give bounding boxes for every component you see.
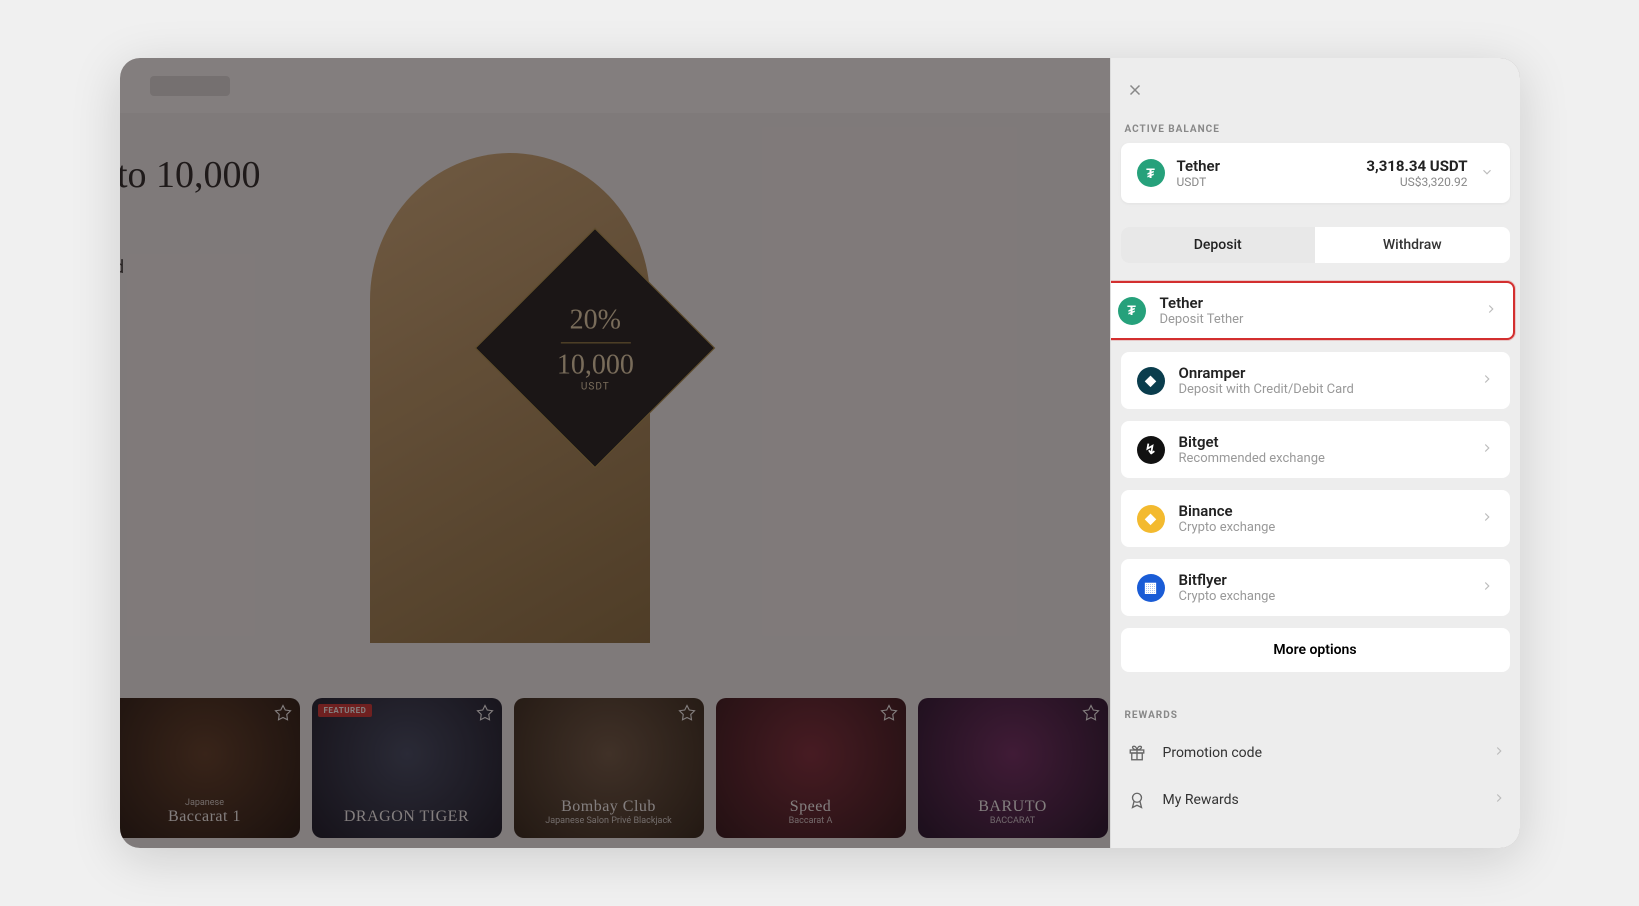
deposit-method-binance[interactable]: ◆ Binance Crypto exchange (1121, 490, 1510, 547)
tether-icon: ₮ (1118, 297, 1146, 325)
reward-label: Promotion code (1163, 745, 1478, 761)
chevron-down-icon (1480, 164, 1494, 183)
rewards-label: REWARDS (1121, 700, 1510, 729)
balance-amount: 3,318.34 USDT (1366, 157, 1467, 175)
balance-name: Tether (1177, 157, 1355, 175)
game-card[interactable]: JapaneseBaccarat 1 (120, 698, 300, 838)
balance-card[interactable]: ₮ Tether USDT 3,318.34 USDT US$3,320.92 (1121, 143, 1510, 203)
tab-deposit[interactable]: Deposit (1121, 227, 1316, 263)
method-desc: Deposit with Credit/Debit Card (1179, 382, 1466, 397)
favorite-icon[interactable] (678, 704, 698, 724)
balance-usd: US$3,320.92 (1366, 175, 1467, 189)
bitflyer-icon: ▦ (1137, 574, 1165, 602)
close-icon[interactable] (1121, 76, 1149, 104)
game-card[interactable]: FEATURED DRAGON TIGER (312, 698, 502, 838)
chevron-right-icon (1480, 371, 1494, 390)
deposit-method-tether[interactable]: ₮ Tether Deposit Tether (1110, 281, 1515, 340)
more-options-button[interactable]: More options (1121, 628, 1510, 672)
game-title: BARUTO (978, 798, 1047, 816)
favorite-icon[interactable] (274, 704, 294, 724)
game-title: DRAGON TIGER (344, 808, 469, 826)
tab-withdraw[interactable]: Withdraw (1315, 227, 1510, 263)
logo-placeholder (150, 76, 230, 96)
chevron-right-icon (1480, 509, 1494, 528)
reward-label: My Rewards (1163, 792, 1478, 808)
binance-icon: ◆ (1137, 505, 1165, 533)
game-title: Baccarat 1 (168, 808, 241, 826)
chevron-right-icon (1492, 743, 1506, 762)
active-balance-label: ACTIVE BALANCE (1121, 114, 1510, 143)
deposit-method-onramper[interactable]: ◆ Onramper Deposit with Credit/Debit Car… (1121, 352, 1510, 409)
onramper-icon: ◆ (1137, 367, 1165, 395)
chevron-right-icon (1484, 301, 1498, 320)
deposit-withdraw-tabs: Deposit Withdraw (1121, 227, 1510, 263)
favorite-icon[interactable] (1082, 704, 1102, 724)
deposit-method-bitget[interactable]: ↯ Bitget Recommended exchange (1121, 421, 1510, 478)
method-desc: Deposit Tether (1160, 312, 1470, 327)
favorite-icon[interactable] (880, 704, 900, 724)
gift-icon (1125, 744, 1149, 762)
game-title: Speed (790, 798, 832, 816)
reward-promo-code[interactable]: Promotion code (1121, 729, 1510, 776)
featured-badge: FEATURED (318, 704, 373, 717)
bitget-icon: ↯ (1137, 436, 1165, 464)
badge-icon (1125, 791, 1149, 809)
chevron-right-icon (1480, 440, 1494, 459)
game-card[interactable]: SpeedBaccarat A (716, 698, 906, 838)
favorite-icon[interactable] (476, 704, 496, 724)
method-name: Bitget (1179, 433, 1466, 451)
balance-symbol: USDT (1177, 175, 1355, 189)
method-name: Onramper (1179, 364, 1466, 382)
tether-icon: ₮ (1137, 159, 1165, 187)
method-desc: Crypto exchange (1179, 589, 1466, 604)
reward-my-rewards[interactable]: My Rewards (1121, 776, 1510, 823)
chevron-right-icon (1492, 790, 1506, 809)
game-title: Bombay Club (561, 798, 656, 816)
wallet-panel: ACTIVE BALANCE ₮ Tether USDT 3,318.34 US… (1110, 58, 1520, 848)
method-name: Binance (1179, 502, 1466, 520)
game-card[interactable]: Bombay ClubJapanese Salon Privé Blackjac… (514, 698, 704, 838)
chevron-right-icon (1480, 578, 1494, 597)
method-desc: Recommended exchange (1179, 451, 1466, 466)
game-card[interactable]: BARUTOBACCARAT (918, 698, 1108, 838)
deposit-method-bitflyer[interactable]: ▦ Bitflyer Crypto exchange (1121, 559, 1510, 616)
method-name: Bitflyer (1179, 571, 1466, 589)
method-name: Tether (1160, 294, 1470, 312)
method-desc: Crypto exchange (1179, 520, 1466, 535)
